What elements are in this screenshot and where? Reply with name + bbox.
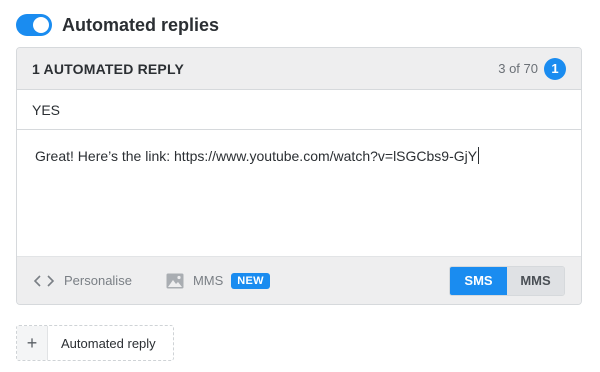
automated-replies-header: Automated replies [16,12,219,38]
sms-option[interactable]: SMS [450,266,507,295]
toggle-knob [33,17,49,33]
automated-replies-toggle[interactable] [16,14,52,36]
new-badge: NEW [231,272,270,289]
keyword-field[interactable]: YES [17,90,581,130]
message-toolbar: Personalise MMS NEW SMS MMS [17,256,581,304]
mms-option[interactable]: MMS [507,266,564,295]
message-type-switch: SMS MMS [449,265,565,296]
message-textarea[interactable]: Great! Here’s the link: https://www.yout… [17,130,581,256]
card-header: 1 AUTOMATED REPLY 3 of 70 1 [17,48,581,90]
personalise-button[interactable]: Personalise [33,273,132,288]
keyword-value: YES [32,101,61,118]
code-brackets-icon [33,274,55,288]
character-counter: 3 of 70 1 [498,57,566,80]
mms-label: MMS [192,273,224,288]
section-title: Automated replies [62,14,220,35]
card-heading: 1 AUTOMATED REPLY [32,60,184,77]
mms-attach-button[interactable]: MMS NEW [166,272,270,289]
image-icon [166,273,184,289]
personalise-label: Personalise [64,273,132,288]
add-automated-reply-button[interactable]: + Automated reply [16,325,174,361]
automated-reply-card: 1 AUTOMATED REPLY 3 of 70 1 YES Great! H… [16,47,582,305]
message-text: Great! Here’s the link: https://www.yout… [35,148,478,164]
plus-icon: + [17,326,48,360]
text-cursor [478,147,480,164]
add-button-label: Automated reply [61,335,156,351]
counter-text: 3 of 70 [498,61,538,76]
message-count-badge: 1 [544,57,566,80]
